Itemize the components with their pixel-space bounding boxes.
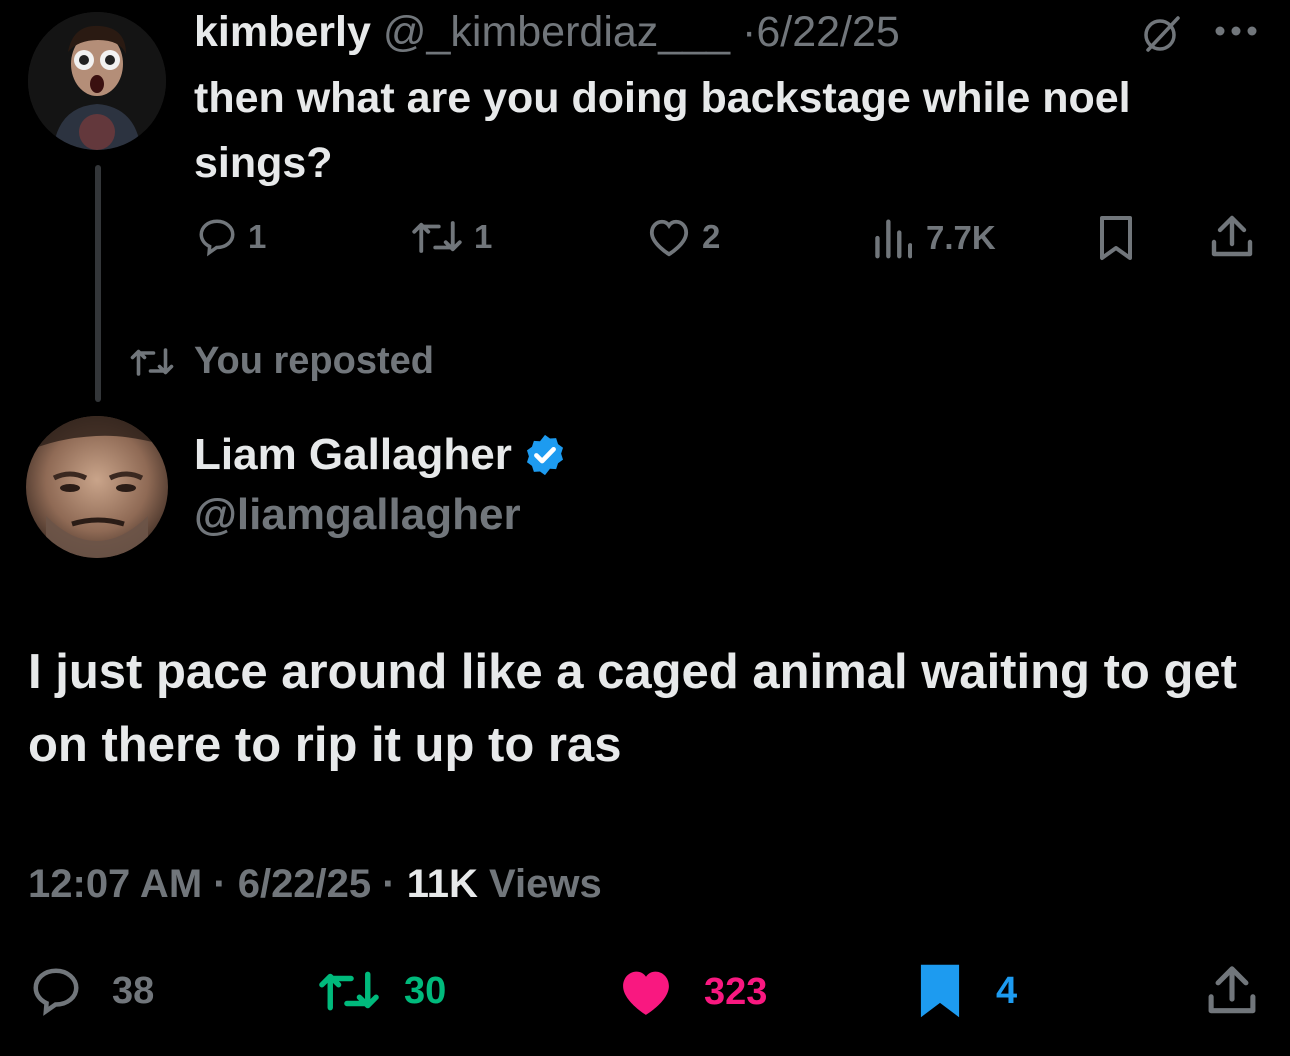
reply-reply-count: 1 [248,218,267,255]
reply-bookmark-button[interactable] [1096,214,1136,262]
repost-icon [412,221,462,253]
reply-date[interactable]: 6/22/25 [756,8,899,56]
reply-repost-button[interactable]: 1 [410,216,492,258]
views-icon [875,219,912,259]
like-icon [623,971,669,1015]
grok-icon[interactable] [1138,14,1186,59]
tweet-views-label: Views [489,862,602,906]
avatar-illustration [28,12,166,150]
verified-badge-icon[interactable] [522,432,568,478]
tweet-reply-count: 38 [112,969,155,1012]
more-icon[interactable] [1214,24,1258,43]
repost-notice[interactable]: You reposted [128,340,434,383]
tweet-repost-button[interactable]: 30 [316,966,446,1016]
tweet-bookmark-count: 4 [996,969,1018,1012]
tweet-author-name-row: Liam Gallagher [194,430,568,480]
reply-reply-button[interactable]: 1 [196,216,266,258]
bookmark-icon [920,964,960,1018]
reply-views-count: 7.7K [926,219,996,256]
reply-like-button[interactable]: 2 [646,216,720,258]
tweet-like-button[interactable]: 323 [614,964,767,1020]
tweet-time[interactable]: 12:07 AM [28,862,202,906]
reply-repost-count: 1 [474,218,493,255]
reply-author-handle[interactable]: @_kimberdiaz___ [383,8,730,56]
share-icon [1211,215,1253,257]
reply-text: then what are you doing backstage while … [194,74,1131,187]
like-icon [649,219,689,257]
reply-share-button[interactable] [1208,212,1256,262]
tweet-share-button[interactable] [1204,962,1260,1020]
avatar-illustration [26,416,168,558]
reply-author-name[interactable]: kimberly [194,8,371,56]
reply-like-count: 2 [702,218,721,255]
tweet-bookmark-button[interactable]: 4 [916,960,1017,1022]
tweet-date[interactable]: 6/22/25 [238,862,371,906]
reply-date-separator: · [742,8,757,56]
tweet-repost-count: 30 [404,969,447,1012]
thread-connector-line [95,165,101,402]
tweet-metadata: 12:07 AM · 6/22/25 · 11K Views [28,862,602,906]
share-icon [1208,966,1256,1014]
tweet-reply-button[interactable]: 38 [28,964,154,1018]
repost-notice-text: You reposted [194,340,434,382]
tweet-views-count[interactable]: 11K [407,862,478,906]
reply-views-button[interactable]: 7.7K [872,216,996,260]
repost-icon [319,971,379,1011]
tweet-author-avatar[interactable] [26,416,168,558]
reply-icon [199,219,235,257]
tweet-author-name[interactable]: Liam Gallagher [194,430,512,480]
tweet-author-handle[interactable]: @liamgallagher [194,490,521,540]
reply-header: kimberly @_kimberdiaz___ ·6/22/25 [194,6,900,58]
tweet-text: I just pace around like a caged animal w… [28,645,1237,772]
repost-icon [130,347,174,376]
bookmark-icon [1100,216,1132,260]
reply-author-avatar[interactable] [28,12,166,150]
tweet-like-count: 323 [704,970,768,1013]
reply-icon [33,968,79,1016]
